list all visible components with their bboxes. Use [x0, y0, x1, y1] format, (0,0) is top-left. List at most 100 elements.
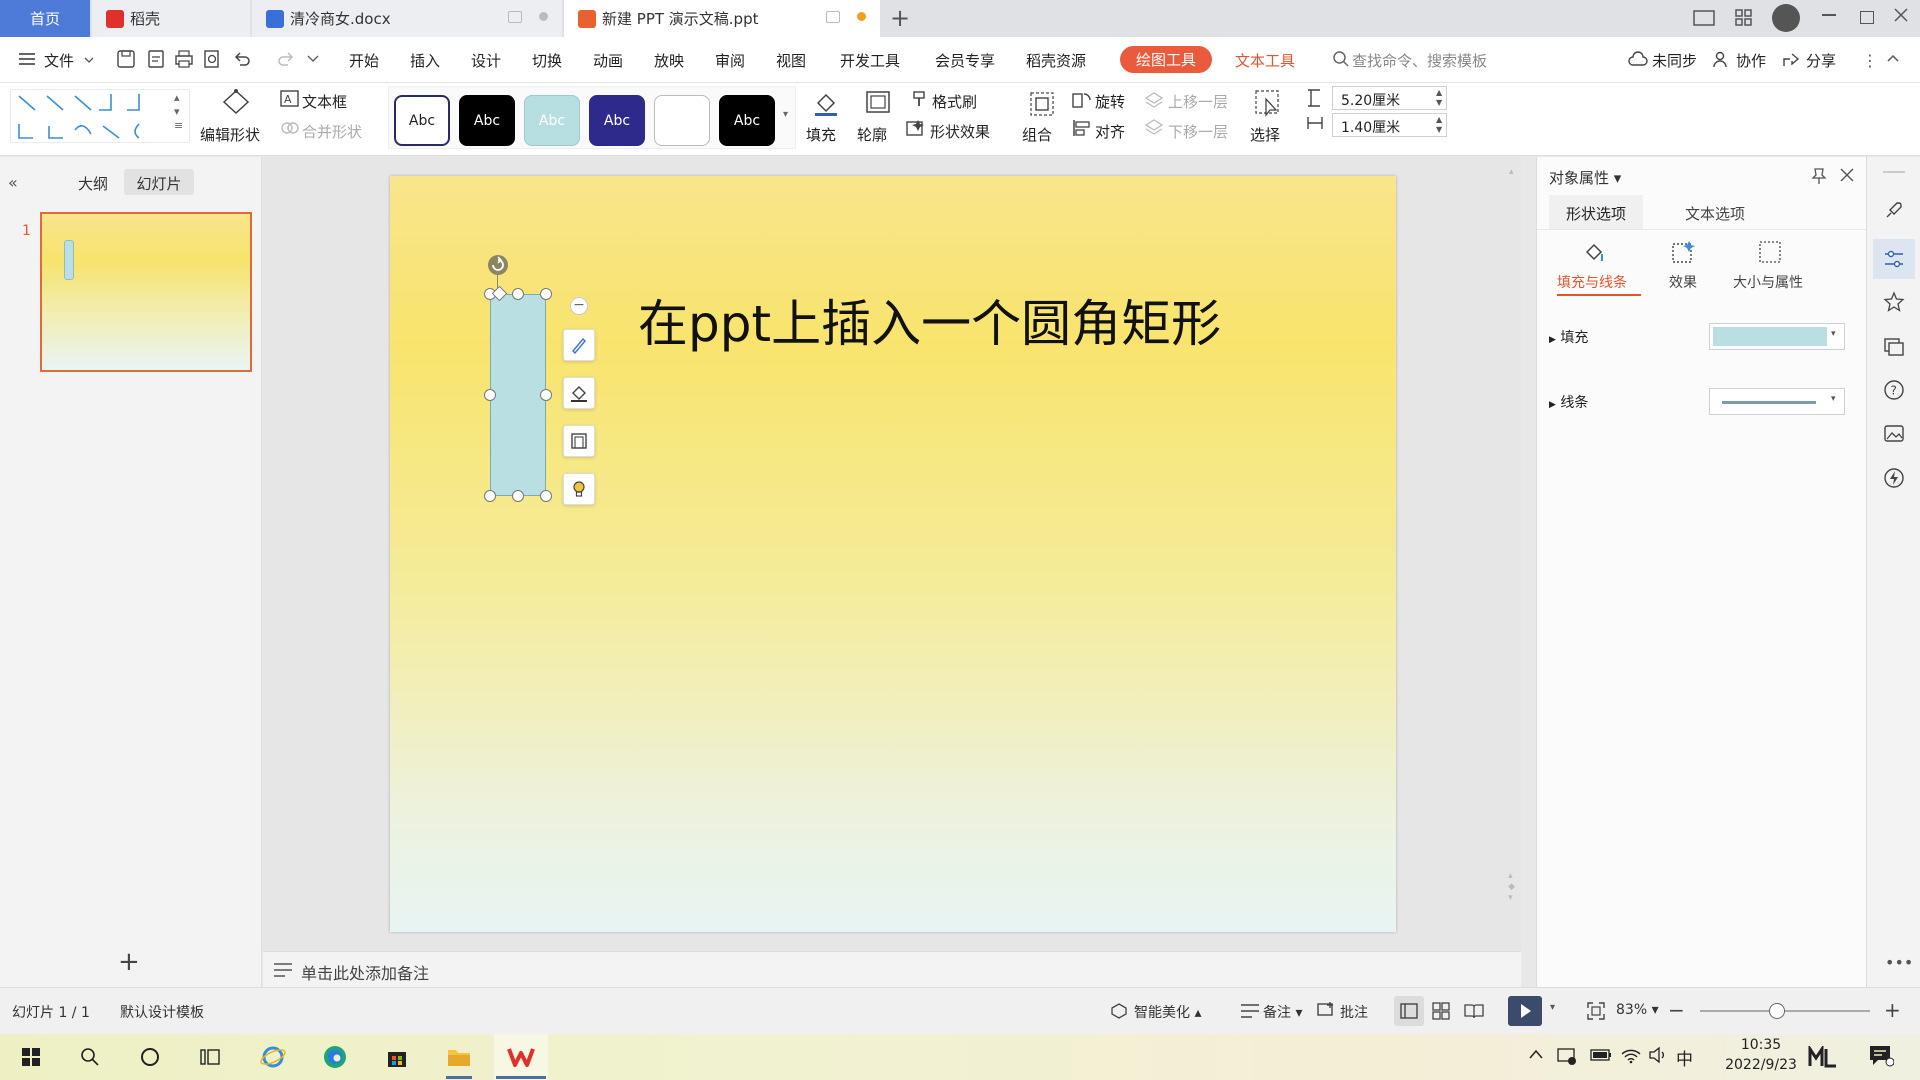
rocket-icon[interactable]: [1883, 199, 1905, 221]
rotate-handle-icon[interactable]: [486, 253, 510, 275]
file-explorer-icon[interactable]: [444, 1042, 474, 1072]
slide-title[interactable]: 在ppt上插入一个圆角矩形: [638, 284, 1221, 356]
tab-document[interactable]: 清冷商女.docx: [252, 0, 562, 37]
windows-start-icon[interactable]: [16, 1042, 46, 1072]
backup-icon[interactable]: [1883, 467, 1905, 489]
tab-text-options[interactable]: 文本选项: [1685, 203, 1745, 224]
animation-star-icon[interactable]: [1883, 291, 1905, 313]
fit-window-icon[interactable]: [1586, 1001, 1606, 1021]
align-button[interactable]: 对齐: [1095, 121, 1125, 142]
collapse-float-toolbar[interactable]: −: [570, 297, 588, 315]
wifi-icon[interactable]: [1620, 1046, 1642, 1064]
select-button[interactable]: 选择: [1250, 124, 1280, 145]
smart-beautify-button[interactable]: 智能美化 ▴: [1134, 1002, 1201, 1022]
outline-tab[interactable]: 大纲: [78, 173, 108, 194]
subtab-effect[interactable]: 效果: [1669, 272, 1697, 292]
fill-section-toggle[interactable]: ▶ 填充: [1549, 327, 1588, 347]
shape-style-sample[interactable]: Abc: [719, 95, 775, 146]
shape-style-sample[interactable]: [654, 95, 710, 146]
panel-title[interactable]: 对象属性 ▾: [1549, 167, 1621, 188]
shape-height-input[interactable]: 5.20厘米: [1332, 86, 1447, 110]
style-gallery-more-icon[interactable]: ▾: [783, 109, 788, 120]
drawing-tools-tab[interactable]: 绘图工具: [1120, 46, 1213, 73]
width-stepper[interactable]: ▲ ▼: [1436, 115, 1442, 135]
resize-handle[interactable]: [540, 389, 552, 401]
action-center-icon[interactable]: [1868, 1044, 1894, 1068]
zoom-percentage[interactable]: 83% ▾: [1616, 1002, 1659, 1018]
collapse-ribbon-icon[interactable]: [1886, 53, 1900, 63]
clock-time[interactable]: 10:35: [1722, 1037, 1800, 1053]
close-icon[interactable]: [1839, 167, 1855, 183]
close-window-icon[interactable]: [1892, 6, 1916, 24]
cortana-icon[interactable]: [135, 1042, 165, 1072]
fill-button[interactable]: 填充: [806, 124, 836, 145]
resize-handle[interactable]: [540, 490, 552, 502]
apps-grid-icon[interactable]: [1734, 8, 1758, 28]
line-style-dropdown[interactable]: ▾: [1709, 388, 1845, 415]
print-icon[interactable]: [174, 49, 194, 69]
menu-item-slideshow[interactable]: 放映: [654, 50, 684, 71]
zoom-slider-track[interactable]: [1700, 1010, 1870, 1012]
outline-button[interactable]: 轮廓: [857, 124, 887, 145]
more-options-icon[interactable]: ⋮: [1862, 51, 1878, 70]
resize-handle[interactable]: [512, 490, 524, 502]
menu-item-daoke-resources[interactable]: 稻壳资源: [1026, 50, 1086, 71]
undo-icon[interactable]: [232, 49, 252, 69]
task-view-icon[interactable]: [195, 1042, 225, 1072]
shape-style-sample[interactable]: Abc: [589, 95, 645, 146]
subtab-size-properties[interactable]: 大小与属性: [1733, 272, 1803, 292]
wps-office-icon[interactable]: [506, 1042, 536, 1072]
shape-width-input[interactable]: 1.40厘米: [1332, 113, 1447, 137]
search-icon[interactable]: [1332, 50, 1350, 68]
tab-home[interactable]: 首页: [0, 0, 90, 37]
float-ideas-button[interactable]: [563, 473, 595, 505]
bring-forward-button[interactable]: 上移一层: [1168, 91, 1228, 112]
resize-handle[interactable]: [512, 288, 524, 300]
menu-item-animation[interactable]: 动画: [593, 50, 623, 71]
notes-bar[interactable]: 单击此处添加备注: [263, 951, 1521, 987]
zoom-slider-thumb[interactable]: [1768, 1003, 1785, 1019]
help-icon[interactable]: ?: [1883, 379, 1905, 401]
collapse-panel-icon[interactable]: «: [8, 173, 18, 192]
comments-button[interactable]: 批注: [1340, 1002, 1368, 1022]
scroll-page-arrows[interactable]: ▴ ◆ ▾: [1508, 871, 1515, 904]
pin-icon[interactable]: [1811, 167, 1827, 185]
user-avatar[interactable]: [1772, 4, 1800, 32]
unsaved-dot[interactable]: [857, 12, 866, 21]
export-pdf-icon[interactable]: [146, 49, 166, 69]
send-backward-button[interactable]: 下移一层: [1168, 121, 1228, 142]
shape-style-sample[interactable]: Abc: [459, 95, 515, 146]
menu-item-developer[interactable]: 开发工具: [840, 50, 900, 71]
fill-color-dropdown[interactable]: ▾: [1709, 323, 1845, 350]
m-app-tray-icon[interactable]: [1808, 1046, 1838, 1068]
design-template[interactable]: 默认设计模板: [120, 1002, 204, 1022]
normal-view-icon[interactable]: [1400, 1002, 1418, 1020]
edit-shape-button[interactable]: 编辑形状: [200, 124, 260, 145]
shape-style-sample[interactable]: Abc: [524, 95, 580, 146]
menu-item-view[interactable]: 视图: [776, 50, 806, 71]
command-search[interactable]: 查找命令、搜索模板: [1352, 50, 1487, 71]
shape-style-sample[interactable]: Abc: [394, 95, 450, 146]
text-box-button[interactable]: 文本框: [302, 91, 347, 112]
resize-handle[interactable]: [540, 288, 552, 300]
float-outline-button[interactable]: [563, 425, 595, 457]
reading-view-icon[interactable]: [1464, 1002, 1484, 1020]
print-preview-icon[interactable]: [202, 49, 222, 69]
slide-sorter-icon[interactable]: [1432, 1002, 1450, 1020]
zoom-in-button[interactable]: +: [1884, 998, 1901, 1022]
share-button[interactable]: 分享: [1806, 50, 1836, 71]
tab-presentation[interactable]: 新建 PPT 演示文稿.ppt: [564, 0, 880, 37]
rotate-button[interactable]: 旋转: [1095, 91, 1125, 112]
line-section-toggle[interactable]: ▶ 线条: [1549, 392, 1588, 412]
float-fill-button[interactable]: [563, 377, 595, 409]
tab-daoke[interactable]: 稻壳: [92, 0, 250, 37]
edge-icon[interactable]: [320, 1042, 350, 1072]
menu-item-home[interactable]: 开始: [349, 50, 379, 71]
window-layout-icon[interactable]: [1692, 8, 1716, 28]
save-icon[interactable]: [116, 49, 136, 69]
minimize-icon[interactable]: [1822, 14, 1836, 16]
play-slideshow-button[interactable]: [1508, 996, 1542, 1026]
group-button[interactable]: 组合: [1022, 124, 1052, 145]
menu-item-transition[interactable]: 切换: [532, 50, 562, 71]
scroll-up-arrow[interactable]: ▴: [1509, 167, 1515, 179]
